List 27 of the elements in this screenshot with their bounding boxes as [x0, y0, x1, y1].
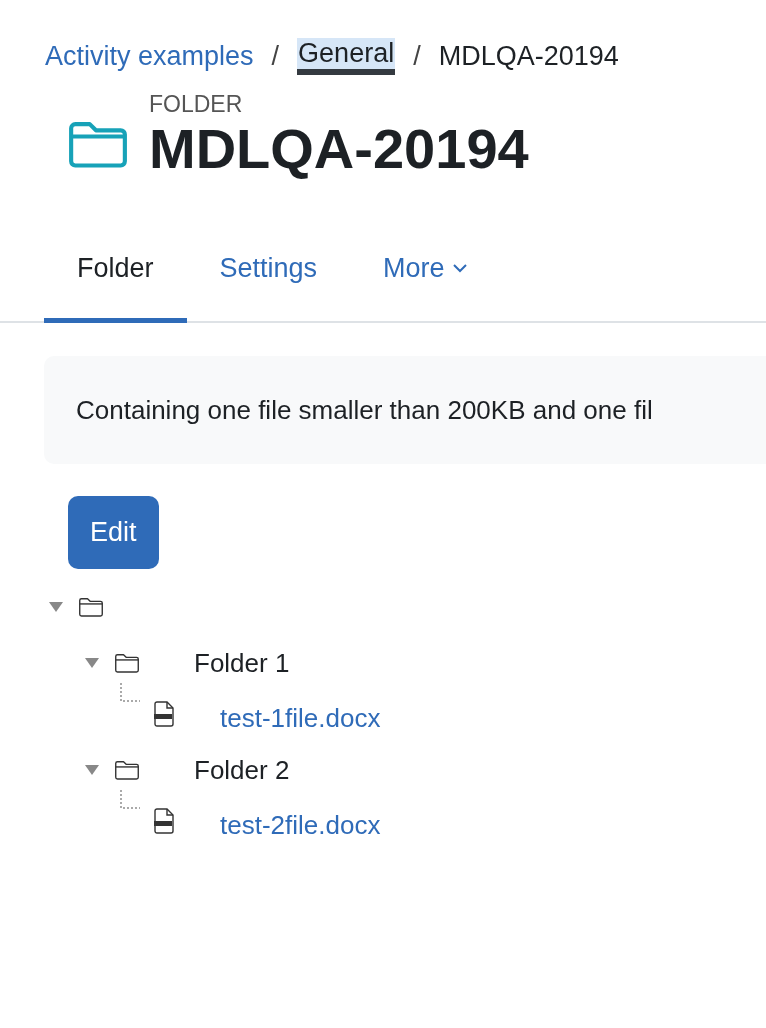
- tab[interactable]: More: [350, 219, 500, 323]
- edit-button[interactable]: Edit: [68, 496, 159, 569]
- folder-name: Folder 2: [194, 754, 290, 786]
- breadcrumb-separator: /: [271, 41, 280, 72]
- tree-connector: [120, 683, 140, 703]
- document-icon: [154, 701, 176, 727]
- breadcrumb-current: MDLQA-20194: [438, 41, 619, 72]
- breadcrumb-separator: /: [413, 41, 421, 72]
- description-text: Containing one file smaller than 200KB and one fil: [76, 394, 653, 426]
- document-icon: [154, 808, 176, 834]
- tab[interactable]: Settings: [186, 219, 351, 323]
- expand-triangle-icon[interactable]: [48, 601, 64, 613]
- expand-triangle-icon[interactable]: [84, 657, 100, 669]
- expand-triangle-icon[interactable]: [84, 764, 100, 776]
- breadcrumb-link[interactable]: Activity examples: [45, 41, 254, 72]
- tab[interactable]: Folder: [44, 219, 187, 323]
- folder-icon: [78, 596, 104, 618]
- folder-name: Folder 1: [194, 647, 290, 679]
- file-link[interactable]: test-2file.docx: [220, 810, 381, 841]
- folder-icon: [114, 652, 140, 674]
- breadcrumb-link[interactable]: General: [297, 38, 396, 75]
- folder-icon: [114, 759, 140, 781]
- chevron-down-icon: [452, 264, 467, 273]
- activity-type-label: FOLDER: [149, 92, 244, 116]
- tree-connector: [120, 790, 140, 810]
- file-link[interactable]: test-1file.docx: [220, 703, 381, 734]
- page-title: MDLQA-20194: [149, 117, 529, 180]
